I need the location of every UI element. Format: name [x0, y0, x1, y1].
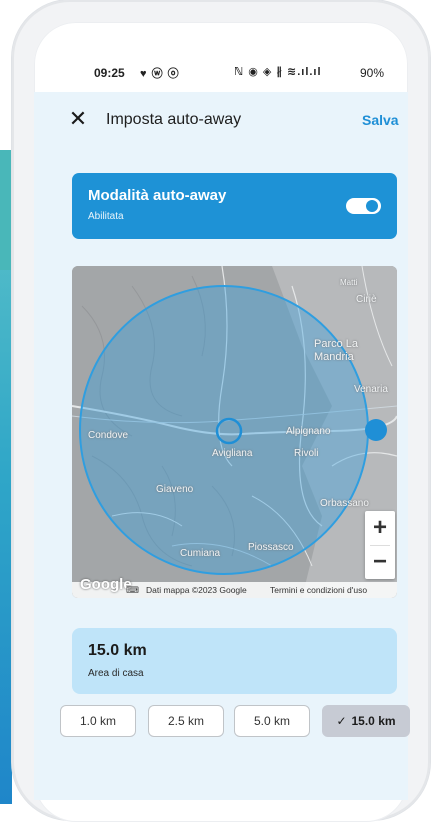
keyboard-icon[interactable]: ⌨ — [126, 585, 139, 596]
notification-icons: ♥ ⓦ ⓞ — [140, 68, 180, 80]
map-view[interactable]: Matti Ciriè Parco La Mandria Venaria Con… — [72, 266, 397, 598]
chip-15km-label: 15.0 km — [351, 714, 396, 728]
chip-2-5km[interactable]: 2.5 km — [148, 705, 224, 737]
map-label-orbassano: Orbassano — [320, 498, 369, 509]
screen: 09:25 ♥ ⓦ ⓞ ℕ ◉ ◈ ∦ ≋.ıl.ıl 90% ✕ Impost… — [34, 0, 410, 804]
distance-value: 15.0 km — [88, 642, 147, 659]
mode-title: Modalità auto-away — [88, 187, 227, 204]
battery-level: 90% — [360, 66, 385, 80]
toggle-knob — [366, 200, 378, 212]
page-title: Imposta auto-away — [106, 111, 242, 128]
terms-link[interactable]: Termini e condizioni d'uso — [270, 585, 367, 595]
map-label-matti: Matti — [340, 278, 358, 287]
map-label-cumiana: Cumiana — [180, 548, 221, 559]
map-label-piossasco: Piossasco — [248, 542, 294, 553]
check-icon: ✓ — [336, 714, 347, 728]
map-label-mandria: Mandria — [314, 351, 354, 363]
map-label-cirie: Ciriè — [356, 294, 377, 305]
google-logo: Google — [80, 576, 132, 593]
side-strip-top — [0, 150, 12, 270]
map-label-rivoli: Rivoli — [294, 448, 319, 459]
chip-5km[interactable]: 5.0 km — [234, 705, 310, 737]
auto-away-toggle[interactable] — [346, 198, 381, 214]
save-button[interactable]: Salva — [362, 112, 399, 128]
system-icons: ℕ ◉ ◈ ∦ ≋.ıl.ıl — [234, 66, 322, 78]
distance-card: 15.0 km Area di casa — [72, 628, 397, 694]
map-data-copyright: Dati mappa ©2023 Google — [146, 585, 247, 595]
zoom-controls: + − — [365, 511, 395, 579]
zoom-in-button[interactable]: + — [365, 511, 395, 545]
map-label-venaria: Venaria — [354, 384, 388, 395]
status-time: 09:25 — [94, 66, 125, 80]
map-label-avigliana: Avigliana — [212, 448, 253, 459]
chip-15km[interactable]: ✓ 15.0 km — [322, 705, 410, 737]
map-label-condove: Condove — [88, 430, 129, 441]
map-label-parco: Parco La — [314, 338, 359, 350]
chip-1km[interactable]: 1.0 km — [60, 705, 136, 737]
map-label-giaveno: Giaveno — [156, 484, 194, 495]
status-bar: 09:25 ♥ ⓦ ⓞ ℕ ◉ ◈ ∦ ≋.ıl.ıl 90% — [34, 60, 408, 90]
map-label-alpignano: Alpignano — [286, 426, 331, 437]
close-icon[interactable]: ✕ — [66, 107, 90, 131]
auto-away-mode-card: Modalità auto-away Abilitata — [72, 173, 397, 239]
distance-label: Area di casa — [88, 668, 144, 679]
map-attribution: Google ⌨ Dati mappa ©2023 Google Termini… — [72, 576, 397, 598]
app-header: ✕ Imposta auto-away Salva — [34, 92, 408, 150]
mode-status: Abilitata — [88, 211, 124, 222]
zoom-out-button[interactable]: − — [365, 545, 395, 579]
